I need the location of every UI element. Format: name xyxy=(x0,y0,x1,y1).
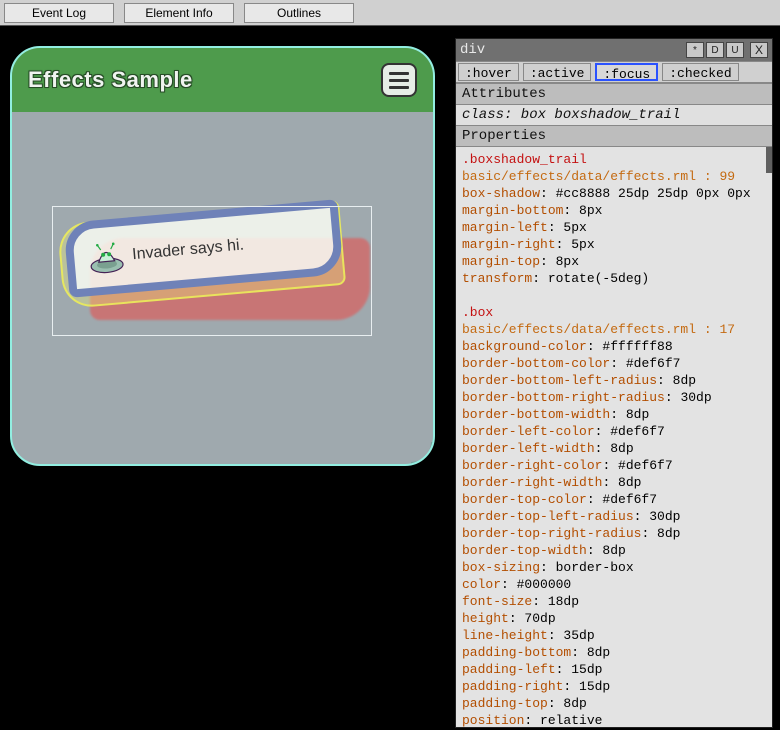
pseudo-checked[interactable]: :checked xyxy=(662,63,738,81)
sample-header: Effects Sample xyxy=(12,48,433,112)
element-info-button[interactable]: Element Info xyxy=(124,3,234,23)
property-line: border-left-color: #def6f7 xyxy=(462,423,766,440)
box-text: Invader says hi. xyxy=(131,236,244,264)
property-line: border-bottom-color: #def6f7 xyxy=(462,355,766,372)
invader-icon xyxy=(85,235,128,278)
property-line: margin-top: 8px xyxy=(462,253,766,270)
inspector-panel: div * D U X :hover :active :focus :check… xyxy=(455,38,773,728)
property-line: box-sizing: border-box xyxy=(462,559,766,576)
pseudo-class-row: :hover :active :focus :checked xyxy=(456,61,772,83)
property-line: margin-left: 5px xyxy=(462,219,766,236)
outlines-button[interactable]: Outlines xyxy=(244,3,354,23)
property-line: padding-right: 15dp xyxy=(462,678,766,695)
sample-window: Effects Sample Invade xyxy=(10,46,435,466)
properties-header: Properties xyxy=(456,125,772,147)
property-line: border-top-left-radius: 30dp xyxy=(462,508,766,525)
pseudo-hover[interactable]: :hover xyxy=(458,63,519,81)
sample-body: Invader says hi. xyxy=(12,112,433,464)
property-line: border-right-width: 8dp xyxy=(462,474,766,491)
attributes-header: Attributes xyxy=(456,83,772,105)
property-line: border-right-color: #def6f7 xyxy=(462,457,766,474)
rule-source: basic/effects/data/effects.rml : 99 xyxy=(462,168,766,185)
property-line: padding-top: 8dp xyxy=(462,695,766,712)
property-line: color: #000000 xyxy=(462,576,766,593)
sample-title: Effects Sample xyxy=(28,67,193,93)
stage: Effects Sample Invade xyxy=(0,26,780,730)
property-line: position: relative xyxy=(462,712,766,727)
star-button[interactable]: * xyxy=(686,42,704,58)
property-line: border-left-width: 8dp xyxy=(462,440,766,457)
property-line: background-color: #ffffff88 xyxy=(462,338,766,355)
property-line: border-bottom-left-radius: 8dp xyxy=(462,372,766,389)
property-line: border-bottom-right-radius: 30dp xyxy=(462,389,766,406)
property-line: border-top-width: 8dp xyxy=(462,542,766,559)
property-line: font-size: 18dp xyxy=(462,593,766,610)
d-button[interactable]: D xyxy=(706,42,724,58)
property-line: padding-bottom: 8dp xyxy=(462,644,766,661)
rule-source: basic/effects/data/effects.rml : 17 xyxy=(462,321,766,338)
property-line: border-bottom-width: 8dp xyxy=(462,406,766,423)
event-log-button[interactable]: Event Log xyxy=(4,3,114,23)
property-line: line-height: 35dp xyxy=(462,627,766,644)
pseudo-focus[interactable]: :focus xyxy=(595,63,658,81)
debug-toolbar: Event Log Element Info Outlines xyxy=(0,0,780,26)
close-button[interactable]: X xyxy=(750,42,768,58)
property-line: border-top-color: #def6f7 xyxy=(462,491,766,508)
inspected-tag: div xyxy=(460,42,684,58)
inspector-titlebar[interactable]: div * D U X xyxy=(456,39,772,61)
property-line: margin-bottom: 8px xyxy=(462,202,766,219)
property-line: padding-left: 15dp xyxy=(462,661,766,678)
menu-icon[interactable] xyxy=(381,63,417,97)
pseudo-active[interactable]: :active xyxy=(523,63,592,81)
property-line: transform: rotate(-5deg) xyxy=(462,270,766,287)
property-line: box-shadow: #cc8888 25dp 25dp 0px 0px xyxy=(462,185,766,202)
property-line: height: 70dp xyxy=(462,610,766,627)
attribute-line: class: box boxshadow_trail xyxy=(456,105,772,125)
scrollbar-thumb[interactable] xyxy=(766,147,772,173)
rule-selector: .boxshadow_trail xyxy=(462,151,766,168)
u-button[interactable]: U xyxy=(726,42,744,58)
property-line: border-top-right-radius: 8dp xyxy=(462,525,766,542)
rule-selector: .box xyxy=(462,304,766,321)
properties-body[interactable]: .boxshadow_trailbasic/effects/data/effec… xyxy=(456,147,772,727)
property-line: margin-right: 5px xyxy=(462,236,766,253)
